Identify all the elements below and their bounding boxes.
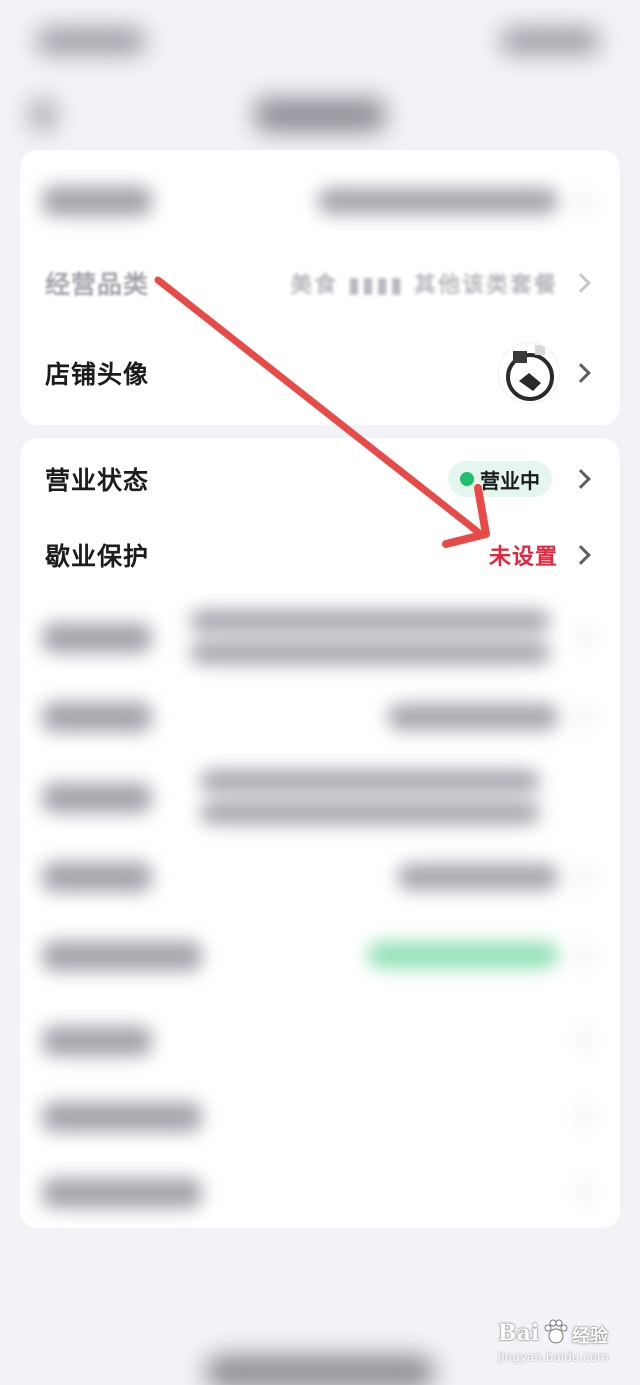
closure-protection-label: 歇业保护 — [45, 542, 150, 571]
row-business-category[interactable]: 经营品类 美食 ▮▮▮▮ 其他该类套餐 — [20, 246, 620, 320]
chevron-right-icon — [571, 628, 591, 648]
row-closure-protection[interactable]: 歇业保护 未设置 — [20, 518, 620, 592]
blurred-value — [368, 942, 558, 968]
blurred-value — [200, 770, 540, 792]
row-shop-name[interactable] — [20, 164, 620, 238]
back-arrow-icon[interactable] — [30, 100, 56, 130]
blurred-label — [42, 1026, 152, 1056]
blurred-value — [190, 610, 550, 632]
status-icons — [500, 28, 600, 54]
chevron-right-icon — [571, 363, 591, 383]
row-blurred-5[interactable] — [20, 916, 620, 996]
status-badge-text: 营业中 — [480, 468, 540, 493]
chevron-right-icon — [571, 867, 591, 887]
shop-avatar-label: 店铺头像 — [45, 360, 150, 389]
chevron-right-icon — [571, 273, 591, 293]
blurred-label — [42, 783, 152, 813]
blurred-value — [200, 802, 540, 824]
chevron-right-icon — [571, 707, 591, 727]
operation-card: 营业状态 营业中 歇业保护 未设置 — [20, 438, 620, 1228]
row-blurred-3[interactable] — [20, 756, 620, 840]
business-category-label: 经营品类 — [45, 270, 150, 299]
chevron-right-icon — [571, 191, 591, 211]
status-bar — [0, 0, 640, 80]
blurred-value — [190, 642, 550, 664]
chevron-right-icon — [571, 1182, 591, 1202]
row-blurred-4[interactable] — [20, 838, 620, 916]
row-blurred-1[interactable] — [20, 598, 620, 678]
blurred-label — [42, 941, 202, 971]
closure-protection-value: 未设置 — [488, 545, 558, 570]
watermark-brand: Bai — [498, 1320, 540, 1346]
business-category-value: 美食 ▮▮▮▮ 其他该类套餐 — [290, 273, 558, 298]
nav-bar — [0, 80, 640, 150]
avatar-image — [499, 343, 559, 403]
paw-icon — [544, 1319, 568, 1344]
shop-name-value — [318, 188, 558, 214]
business-status-label: 营业状态 — [45, 466, 150, 495]
row-blurred-6[interactable] — [20, 1002, 620, 1078]
row-blurred-8[interactable] — [20, 1154, 620, 1230]
blurred-label — [42, 1102, 202, 1132]
chevron-right-icon — [571, 469, 591, 489]
shop-name-label — [42, 186, 152, 216]
blurred-label — [42, 702, 152, 732]
bottom-action-bar[interactable] — [205, 1355, 435, 1385]
shop-info-card: 经营品类 美食 ▮▮▮▮ 其他该类套餐 店铺头像 — [20, 150, 620, 425]
blurred-label — [42, 862, 152, 892]
watermark-url: jingyan.baidu.com — [498, 1350, 609, 1364]
avatar[interactable] — [498, 342, 560, 404]
status-badge: 营业中 — [448, 461, 552, 497]
blurred-value — [388, 704, 558, 730]
chevron-right-icon — [571, 1106, 591, 1126]
status-time — [36, 28, 146, 54]
chevron-right-icon — [571, 1030, 591, 1050]
row-blurred-2[interactable] — [20, 678, 620, 756]
blurred-value — [398, 864, 558, 890]
status-dot-icon — [460, 472, 474, 486]
chevron-right-icon — [571, 545, 591, 565]
page-title — [255, 98, 385, 132]
blurred-label — [42, 623, 152, 653]
blurred-label — [42, 1178, 202, 1208]
row-blurred-7[interactable] — [20, 1078, 620, 1154]
chevron-right-icon — [571, 946, 591, 966]
watermark-brand2: 经验 — [572, 1326, 608, 1347]
row-shop-avatar[interactable]: 店铺头像 — [20, 336, 620, 410]
row-business-status[interactable]: 营业状态 营业中 — [20, 442, 620, 516]
baidu-watermark: Bai 经验 jingyan.baidu.com — [498, 1318, 610, 1370]
